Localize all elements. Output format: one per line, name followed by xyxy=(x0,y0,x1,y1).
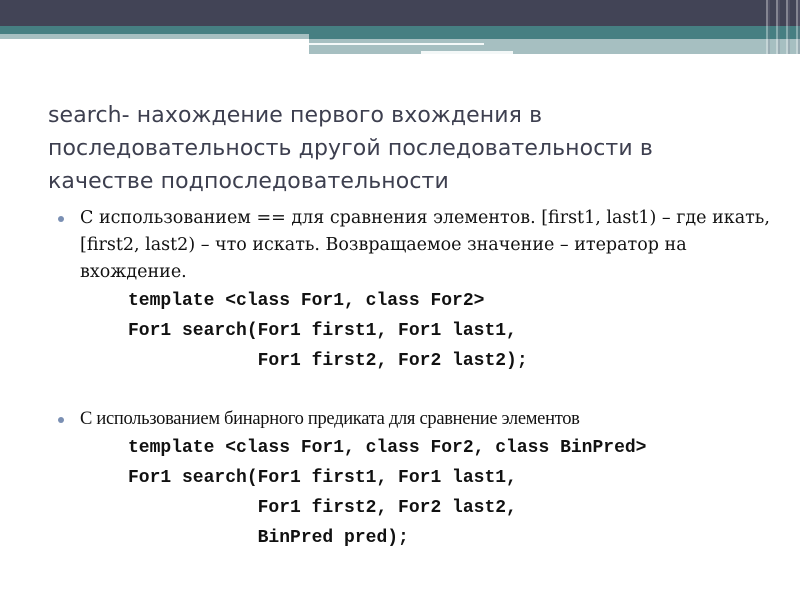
code-line: For1 first2, For2 last2); xyxy=(128,351,528,371)
code-line: For1 search(For1 first1, For1 last1, xyxy=(128,321,517,341)
header-band-light-right xyxy=(309,39,800,54)
code-line: template <class For1, class For2, class … xyxy=(128,438,647,458)
code-line: template <class For1, class For2> xyxy=(128,291,485,311)
header-band-dark xyxy=(0,0,800,26)
code-line: For1 first2, For2 last2, xyxy=(128,498,517,518)
header-edge-decoration xyxy=(760,0,800,54)
header-stripe xyxy=(421,51,513,54)
code-line: For1 search(For1 first1, For1 last1, xyxy=(128,468,517,488)
bullet-dot-icon xyxy=(58,216,64,222)
slide-title: search- нахождение первого вхождения в п… xyxy=(48,103,653,194)
header-band-light-left xyxy=(0,34,309,39)
bullet-item: С использованием == для сравнения элемен… xyxy=(56,205,786,286)
bullet-text: С использованием == для сравнения элемен… xyxy=(80,208,770,282)
header-stripe xyxy=(309,43,484,45)
bullet-item: С использованием бинарного предиката для… xyxy=(56,406,786,433)
code-line: BinPred pred); xyxy=(128,528,409,548)
slide-body: С использованием == для сравнения элемен… xyxy=(56,205,786,553)
bullet-dot-icon xyxy=(58,417,64,423)
bullet-text: С использованием бинарного предиката для… xyxy=(80,409,580,429)
